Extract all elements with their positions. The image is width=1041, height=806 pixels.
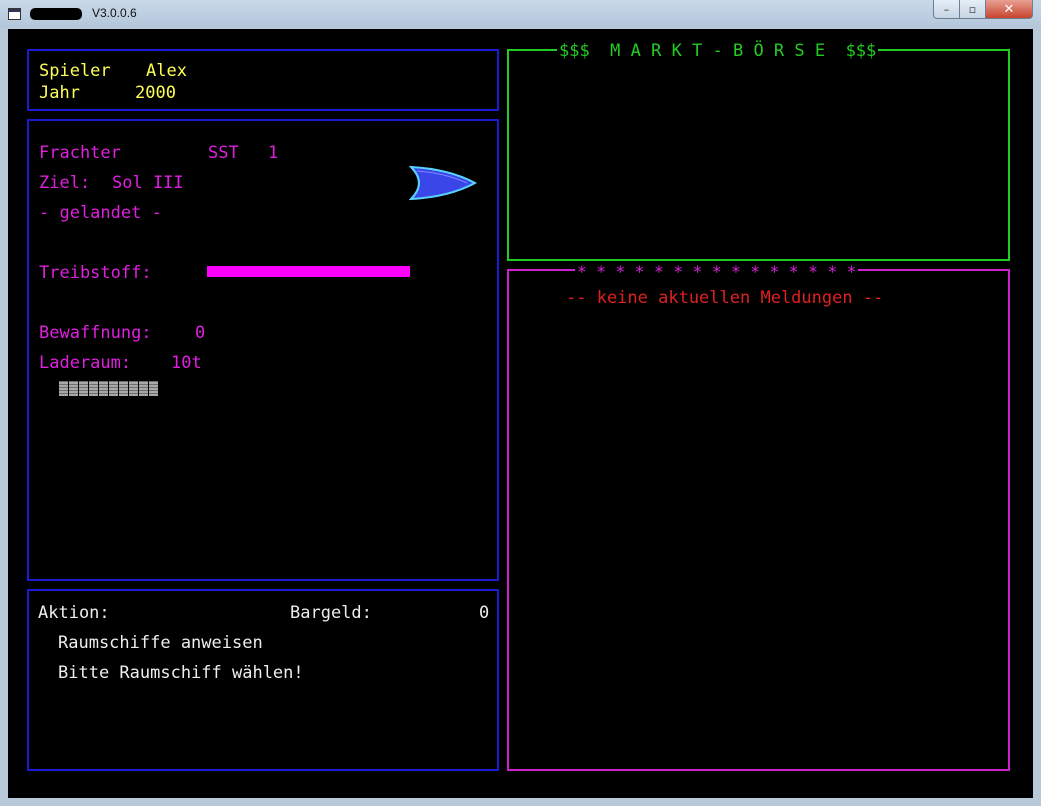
close-button[interactable]: ✕	[986, 0, 1033, 19]
ship-id-label: SST	[208, 143, 239, 163]
cash-label: Bargeld:	[290, 603, 372, 623]
ship-type: Frachter	[39, 143, 121, 163]
player-panel: Spieler Alex Jahr 2000	[27, 49, 499, 111]
ship-panel[interactable]: Frachter SST 1 Ziel: Sol III - gelandet …	[27, 119, 499, 581]
ship-id-number: 1	[268, 143, 279, 163]
news-title: * * * * * * * * * * * * * * *	[575, 262, 859, 282]
action-line-1: Raumschiffe anweisen	[58, 633, 263, 653]
fuel-bar	[207, 266, 410, 277]
window-title: V3.0.0.6	[92, 6, 137, 20]
app-icon	[8, 8, 21, 20]
action-panel: Aktion: Bargeld: 0 Raumschiffe anweisen …	[27, 589, 499, 771]
year-value: 2000	[135, 83, 176, 103]
market-title-text: $$$ M A R K T - B Ö R S E $$$	[559, 41, 877, 61]
fuel-label: Treibstoff:	[39, 263, 152, 283]
window-titlebar[interactable]: V3.0.0.6 – ▫ ✕	[0, 0, 1041, 28]
market-title: $$$ M A R K T - B Ö R S E $$$	[557, 41, 879, 61]
destination-value: Sol III	[112, 173, 184, 193]
news-title-text: * * * * * * * * * * * * * * *	[577, 262, 857, 281]
window-controls: – ▫ ✕	[933, 0, 1033, 20]
cash-value: 0	[479, 603, 490, 623]
armament-value: 0	[195, 323, 206, 343]
news-message: -- keine aktuellen Meldungen --	[566, 288, 884, 308]
destination-label: Ziel:	[39, 173, 91, 193]
minimize-button[interactable]: –	[933, 0, 960, 19]
action-line-2: Bitte Raumschiff wählen!	[58, 663, 304, 683]
armament-label: Bewaffnung:	[39, 323, 152, 343]
action-label: Aktion:	[38, 603, 110, 623]
maximize-button[interactable]: ▫	[960, 0, 986, 19]
spaceship-icon[interactable]	[408, 165, 478, 205]
news-panel: * * * * * * * * * * * * * * * -- keine a…	[507, 262, 1010, 771]
player-label: Spieler	[39, 61, 111, 81]
market-panel: $$$ M A R K T - B Ö R S E $$$	[507, 41, 1010, 261]
year-label: Jahr	[39, 83, 80, 103]
ship-status: - gelandet -	[39, 203, 162, 223]
cargo-hold-bar	[59, 381, 158, 396]
player-name: Alex	[146, 61, 187, 81]
redacted-title	[30, 8, 82, 20]
cargo-label: Laderaum:	[39, 353, 132, 373]
game-screen: Spieler Alex Jahr 2000 Frachter SST 1 Zi…	[8, 29, 1033, 798]
cargo-value: 10t	[171, 353, 202, 373]
